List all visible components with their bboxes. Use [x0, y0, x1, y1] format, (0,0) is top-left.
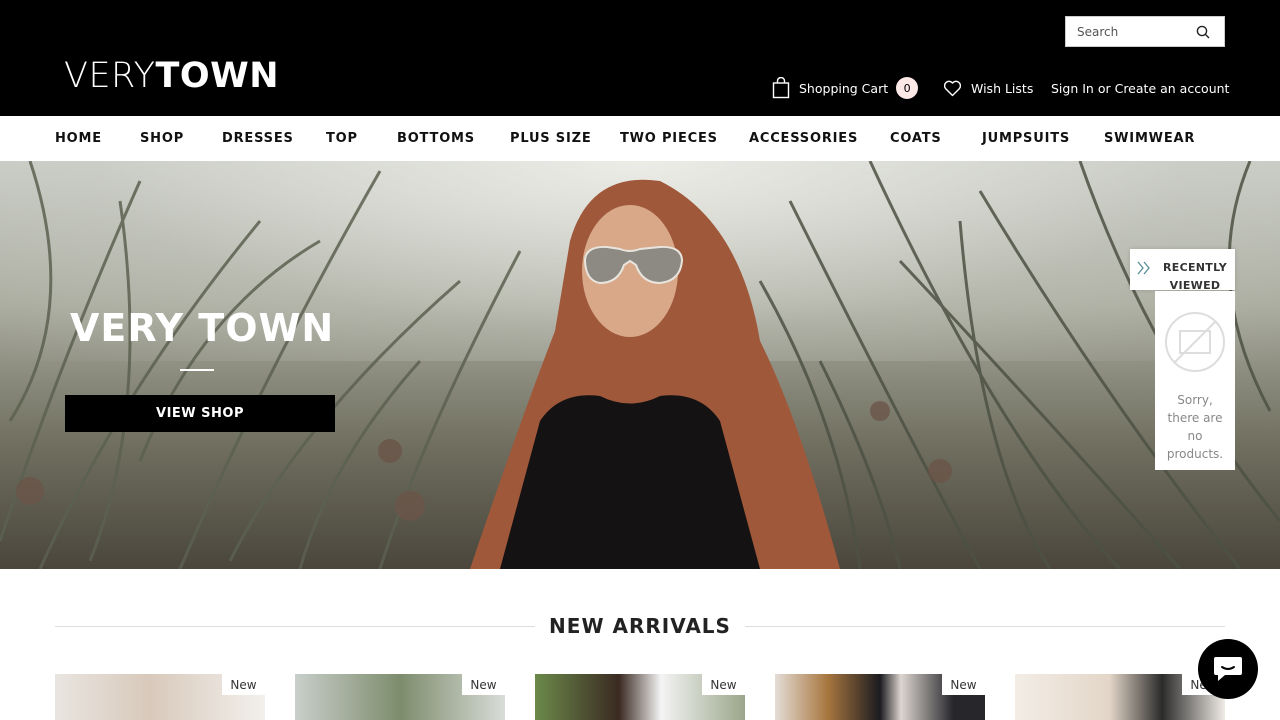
chat-button[interactable]: [1198, 639, 1258, 699]
hero-divider: [180, 369, 214, 371]
create-account-link[interactable]: Create an account: [1115, 81, 1230, 96]
heart-icon: [943, 80, 962, 96]
new-badge: New: [702, 674, 745, 695]
search-box: [1065, 16, 1225, 47]
site-logo[interactable]: VERYTOWN: [64, 56, 279, 96]
new-badge: New: [462, 674, 505, 695]
search-icon[interactable]: [1196, 25, 1210, 39]
nav-item-jumpsuits[interactable]: JUMPSUITS: [982, 131, 1070, 146]
new-badge: New: [942, 674, 985, 695]
nav-item-home[interactable]: HOME: [55, 131, 102, 146]
new-badge: New: [222, 674, 265, 695]
cart-label: Shopping Cart: [799, 80, 889, 96]
empty-message-line1: Sorry,: [1177, 393, 1213, 407]
product-card[interactable]: New: [1015, 674, 1225, 720]
hero-title: VERY TOWN: [70, 306, 335, 350]
or-text: or: [1093, 80, 1115, 96]
main-navigation: HOME SHOP DRESSES TOP BOTTOMS PLUS SIZE …: [0, 116, 1280, 161]
product-card[interactable]: New: [535, 674, 745, 720]
shopping-bag-icon: [772, 77, 790, 99]
chat-bubble-icon: [1214, 657, 1242, 681]
recently-viewed-title-line1: RECENTLY: [1163, 261, 1227, 274]
new-arrivals-title: NEW ARRIVALS: [549, 614, 731, 638]
wishlist-link[interactable]: Wish Lists: [943, 76, 1033, 100]
recently-viewed-header[interactable]: RECENTLY VIEWED: [1130, 249, 1235, 292]
nav-item-plus-size[interactable]: PLUS SIZE: [510, 131, 592, 146]
nav-item-top[interactable]: TOP: [326, 131, 358, 146]
nav-item-accessories[interactable]: ACCESSORIES: [749, 131, 858, 146]
site-header: VERYTOWN Shopping Cart 0 Wish Lists Sign…: [0, 0, 1280, 116]
hero-image: [0, 161, 1280, 569]
nav-item-swimwear[interactable]: SWIMWEAR: [1104, 131, 1195, 146]
empty-message-line4: products.: [1166, 447, 1224, 461]
double-chevron-right-icon[interactable]: [1137, 261, 1151, 275]
empty-message-line2: there are: [1167, 411, 1223, 425]
product-card[interactable]: New: [55, 674, 265, 720]
recently-viewed-panel: Sorry, there are no products.: [1155, 291, 1235, 470]
search-input[interactable]: [1066, 17, 1190, 46]
logo-text-bold: TOWN: [155, 56, 280, 96]
empty-message-line3: no: [1187, 429, 1203, 443]
account-links: Sign In or Create an account: [1051, 76, 1229, 100]
no-image-icon: [1165, 312, 1225, 372]
logo-text-thin: VERY: [64, 56, 156, 96]
recently-viewed-empty-message: Sorry, there are no products.: [1155, 391, 1235, 463]
nav-item-shop[interactable]: SHOP: [140, 131, 184, 146]
hero-banner: VERY TOWN VIEW SHOP RECENTLY VIEWED Sorr…: [0, 161, 1280, 569]
nav-item-bottoms[interactable]: BOTTOMS: [397, 131, 475, 146]
wishlist-label: Wish Lists: [971, 80, 1034, 96]
nav-item-coats[interactable]: COATS: [890, 131, 942, 146]
nav-item-dresses[interactable]: DRESSES: [222, 131, 294, 146]
recently-viewed-title: RECENTLY VIEWED: [1159, 259, 1231, 295]
sign-in-link[interactable]: Sign In: [1051, 81, 1094, 96]
cart-count-badge: 0: [896, 77, 919, 99]
shopping-cart-link[interactable]: Shopping Cart 0: [772, 76, 919, 100]
product-card[interactable]: New: [295, 674, 505, 720]
nav-item-two-pieces[interactable]: TWO PIECES: [620, 131, 718, 146]
view-shop-button[interactable]: VIEW SHOP: [65, 395, 335, 432]
product-card[interactable]: New: [775, 674, 985, 720]
